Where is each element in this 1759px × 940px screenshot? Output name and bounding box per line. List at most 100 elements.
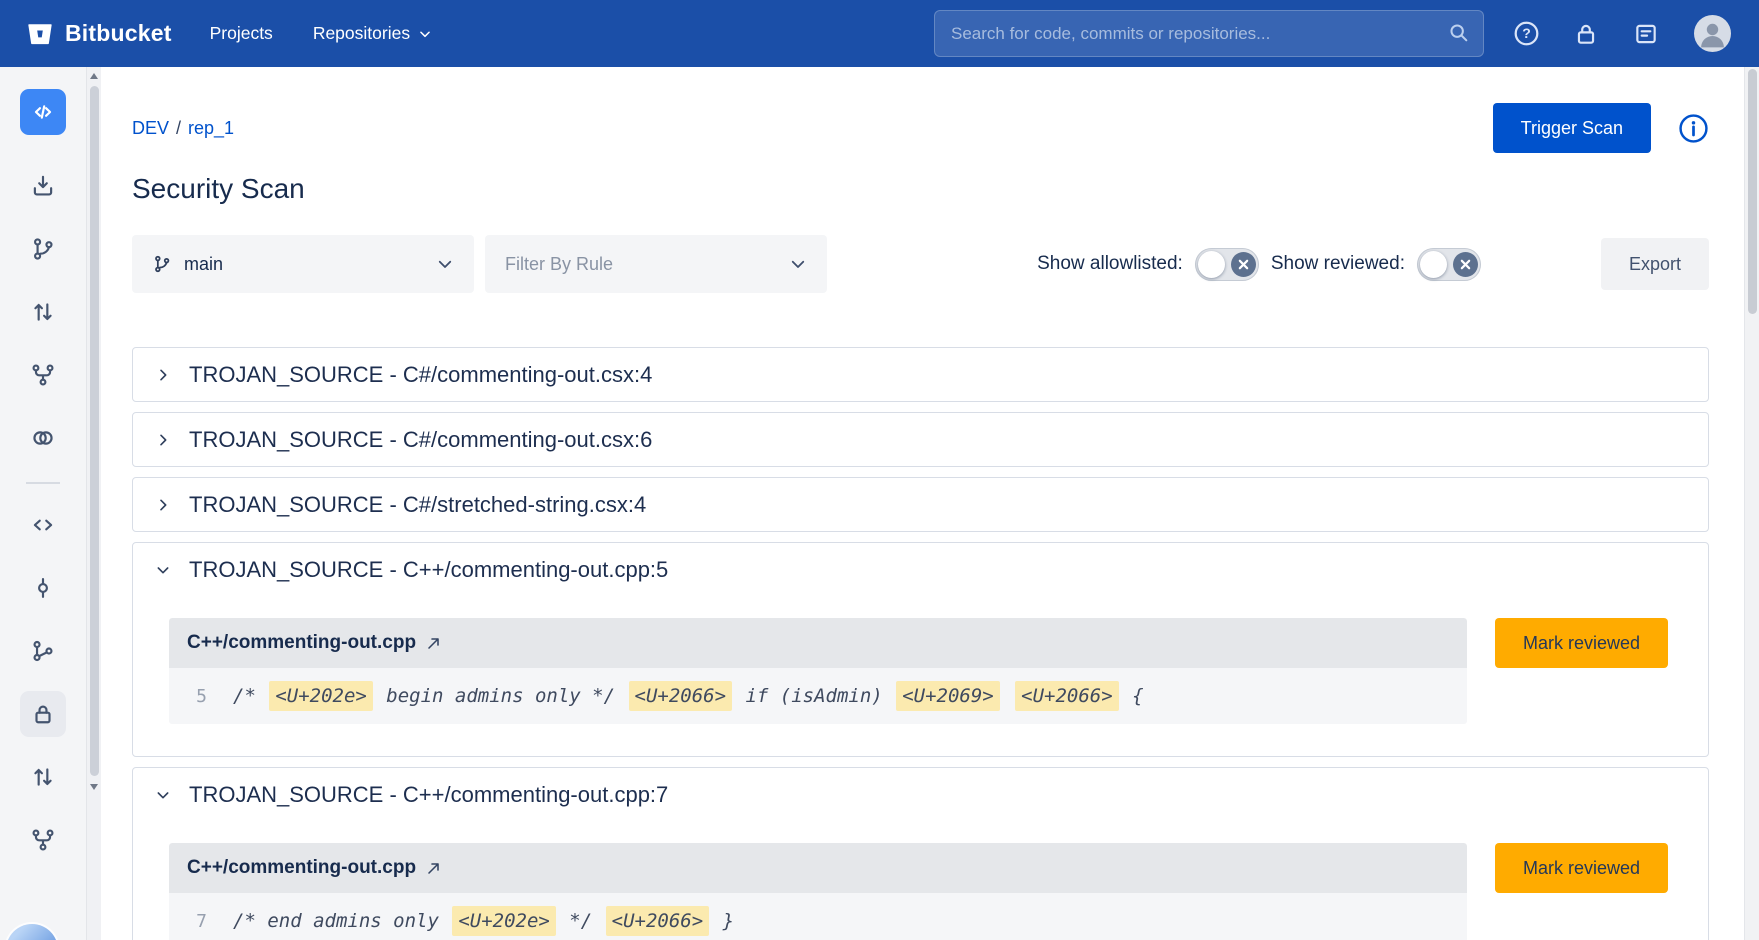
caret-down-icon [418,27,432,41]
scroll-up-arrow[interactable] [87,67,102,84]
controls-bar: main Filter By Rule Show allowlisted: [132,235,1709,293]
finding-row: TROJAN_SOURCE - C#/commenting-out.csx:6 [132,412,1709,467]
info-icon[interactable] [1678,113,1709,144]
search-input[interactable] [934,10,1484,57]
code-card-header: C++/commenting-out.cpp [169,843,1467,893]
sidebar-item-security-scan[interactable] [20,691,66,737]
breadcrumb-separator: / [176,118,181,139]
bitbucket-home-link[interactable]: Bitbucket [26,20,172,48]
user-avatar[interactable] [1694,15,1731,52]
show-reviewed-label: Show reviewed: [1271,253,1405,275]
sidebar-item-pull-requests[interactable] [20,289,66,335]
sidebar-item-branches[interactable] [20,226,66,272]
sidebar-items [0,67,86,940]
mark-reviewed-button[interactable]: Mark reviewed [1495,618,1668,668]
code-line: 5 /* <U+202e> begin admins only */ <U+20… [169,668,1467,724]
toggle-knob [1198,251,1225,278]
finding-header[interactable]: TROJAN_SOURCE - C++/commenting-out.cpp:5 [133,543,1708,596]
bitbucket-logo-icon [26,20,54,48]
page-scrollbar[interactable] [1744,67,1759,940]
help-button[interactable]: ? [1508,16,1544,52]
rule-filter-select[interactable]: Filter By Rule [485,235,827,293]
sidebar-item-compare[interactable] [20,415,66,461]
unicode-token: <U+2066> [1015,681,1119,711]
show-allowlisted-toggle[interactable] [1195,248,1259,281]
help-icon: ? [1513,20,1540,47]
finding-title: TROJAN_SOURCE - C#/commenting-out.csx:6 [189,427,652,453]
sidebar-item-pull-requests-2[interactable] [20,754,66,800]
finding-row-expanded: TROJAN_SOURCE - C++/commenting-out.cpp:5… [132,542,1709,757]
sidebar-item-fork-2[interactable] [20,817,66,863]
branch-icon [152,254,172,274]
sidebar-item-source[interactable] [20,502,66,548]
finding-title: TROJAN_SOURCE - C#/stretched-string.csx:… [189,492,646,518]
toggle-group: Show allowlisted: Show reviewed: [1037,248,1493,281]
global-search [934,10,1484,57]
code-text: /* <U+202e> begin admins only */ <U+2066… [233,681,1144,711]
main-content: DEV / rep_1 Trigger Scan Security Scan m… [101,67,1744,940]
breadcrumb-repo-link[interactable]: rep_1 [188,118,234,139]
unicode-token: <U+202e> [269,681,373,711]
scroll-down-arrow[interactable] [87,778,102,795]
findings-list: TROJAN_SOURCE - C#/commenting-out.csx:4 … [132,347,1709,940]
finding-header[interactable]: TROJAN_SOURCE - C++/commenting-out.cpp:7 [133,768,1708,821]
external-link-icon[interactable] [426,861,441,876]
sidebar-item-repository[interactable] [20,89,66,135]
main-menu: Projects Repositories [210,23,433,44]
trigger-scan-button[interactable]: Trigger Scan [1493,103,1651,153]
code-icon [30,512,56,538]
finding-header[interactable]: TROJAN_SOURCE - C#/stretched-string.csx:… [133,478,1708,531]
feedback-button[interactable] [1628,16,1664,52]
top-navbar: Bitbucket Projects Repositories ? [0,0,1759,67]
branch-select[interactable]: main [132,235,474,293]
pull-request-icon [30,299,56,325]
mark-reviewed-button[interactable]: Mark reviewed [1495,843,1668,893]
show-allowlisted-label: Show allowlisted: [1037,253,1183,275]
lock-button[interactable] [1568,16,1604,52]
chevron-down-icon [155,562,171,578]
nav-projects[interactable]: Projects [210,23,273,44]
sidebar-item-forks[interactable] [20,352,66,398]
lock-icon [30,701,56,727]
code-card-header: C++/commenting-out.cpp [169,618,1467,668]
finding-header[interactable]: TROJAN_SOURCE - C#/commenting-out.csx:6 [133,413,1708,466]
file-link[interactable]: C++/commenting-out.cpp [187,857,416,879]
branch-graph-icon [30,638,56,664]
finding-row-expanded: TROJAN_SOURCE - C++/commenting-out.cpp:7… [132,767,1709,940]
compare-circles-icon [30,425,56,451]
sidebar-divider [26,482,60,484]
sidebar [0,67,101,940]
x-icon [1453,252,1478,277]
sidebar-item-branch-graph[interactable] [20,628,66,674]
chevron-down-icon [155,787,171,803]
file-link[interactable]: C++/commenting-out.cpp [187,632,416,654]
sidebar-scrollbar-thumb[interactable] [90,86,99,776]
sidebar-item-commits[interactable] [20,565,66,611]
chevron-down-icon [436,255,454,273]
finding-title: TROJAN_SOURCE - C++/commenting-out.cpp:5 [189,557,668,583]
sidebar-item-clone[interactable] [20,163,66,209]
finding-title: TROJAN_SOURCE - C#/commenting-out.csx:4 [189,362,652,388]
unicode-token: <U+2069> [896,681,1000,711]
brand-name: Bitbucket [65,20,172,47]
nav-repositories[interactable]: Repositories [313,23,432,44]
branch-icon [30,236,56,262]
finding-row: TROJAN_SOURCE - C#/commenting-out.csx:4 [132,347,1709,402]
search-icon[interactable] [1448,22,1470,44]
commit-icon [30,575,56,601]
finding-header[interactable]: TROJAN_SOURCE - C#/commenting-out.csx:4 [133,348,1708,401]
line-number: 7 [185,911,207,932]
toggle-knob [1420,251,1447,278]
sidebar-scrollbar[interactable] [86,67,101,940]
external-link-icon[interactable] [426,636,441,651]
breadcrumb-project-link[interactable]: DEV [132,118,169,139]
branch-select-value: main [184,254,424,275]
page-scrollbar-thumb[interactable] [1748,69,1757,314]
show-reviewed-toggle[interactable] [1417,248,1481,281]
export-button[interactable]: Export [1601,238,1709,290]
fork-icon [30,362,56,388]
code-card: C++/commenting-out.cpp 7 /* end admins o… [169,843,1467,940]
code-text: /* end admins only <U+202e> */ <U+2066> … [233,906,734,936]
breadcrumb: DEV / rep_1 [132,118,234,139]
unicode-token: <U+2066> [606,906,710,936]
